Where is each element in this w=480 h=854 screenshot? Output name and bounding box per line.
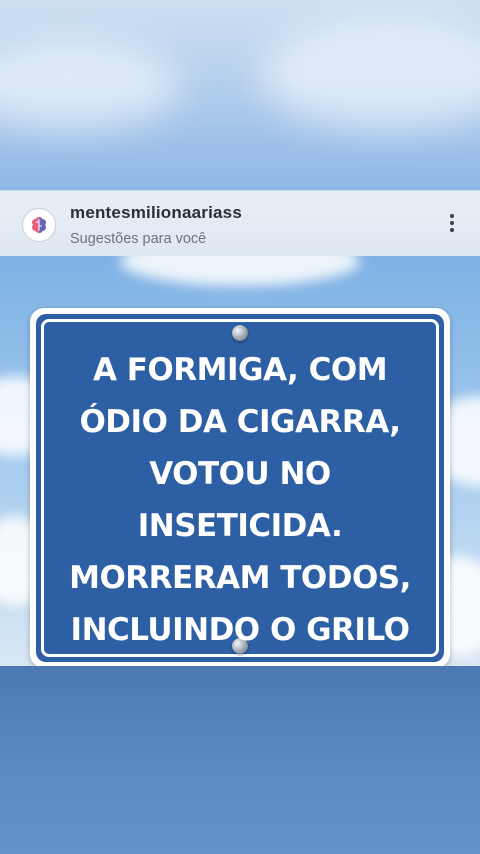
sign-line: MORRERAM TODOS,	[69, 560, 411, 596]
avatar[interactable]	[22, 208, 56, 242]
post-header: mentesmilionaariass Sugestões para você	[0, 190, 480, 257]
suggestions-label: Sugestões para você	[70, 231, 207, 247]
blurred-background-top	[0, 0, 480, 190]
road-sign: A FORMIGA, COM ÓDIO DA CIGARRA, VOTOU NO…	[30, 308, 450, 666]
post-image[interactable]: A FORMIGA, COM ÓDIO DA CIGARRA, VOTOU NO…	[0, 256, 480, 666]
sign-line: ÓDIO DA CIGARRA,	[79, 404, 401, 440]
username[interactable]: mentesmilionaariass	[70, 203, 242, 223]
sign-line: QUE VOTOU NULO.	[56, 656, 424, 666]
sign-panel: A FORMIGA, COM ÓDIO DA CIGARRA, VOTOU NO…	[36, 314, 444, 666]
bolt-icon	[232, 325, 248, 341]
sign-line: INCLUINDO O GRILO	[70, 612, 410, 648]
sign-text: A FORMIGA, COM ÓDIO DA CIGARRA, VOTOU NO…	[56, 344, 424, 666]
sign-line: VOTOU NO INSETICIDA.	[137, 456, 343, 544]
more-vertical-icon[interactable]	[440, 207, 464, 239]
brain-icon	[32, 217, 46, 233]
blurred-background-bottom	[0, 666, 480, 854]
sign-line: A FORMIGA, COM	[92, 352, 388, 388]
